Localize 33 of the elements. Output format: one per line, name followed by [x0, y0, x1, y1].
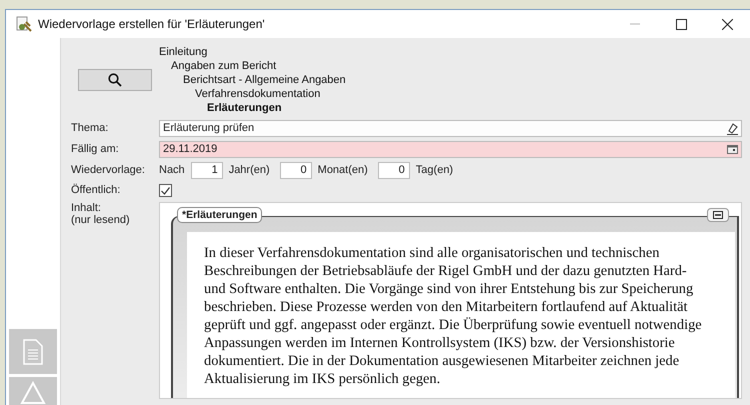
tree-item[interactable]: Erläuterungen — [207, 101, 282, 115]
tree-item[interactable]: Berichtsart - Allgemeine Angaben — [183, 73, 346, 87]
eraser-icon[interactable] — [727, 122, 738, 134]
field-label: Thema: — [71, 121, 110, 136]
app-icon — [16, 16, 32, 32]
collapse-icon — [713, 211, 723, 219]
close-icon — [722, 18, 732, 30]
prefix-label: Nach — [159, 163, 185, 178]
field-sublabel: (nur lesend) — [71, 214, 131, 226]
number-field[interactable]: 0 — [378, 162, 410, 179]
tree-item[interactable]: Angaben zum Bericht — [171, 59, 276, 73]
unit-label: Jahr(en) — [228, 163, 270, 178]
tree-item[interactable]: Einleitung — [159, 45, 208, 59]
field-label: Wiedervorlage: — [71, 163, 146, 178]
search-icon — [108, 73, 122, 87]
group-title: *Erläuterungen — [177, 207, 262, 223]
number-field[interactable]: 1 — [190, 162, 223, 179]
field-label: Fällig am: — [71, 142, 120, 158]
checkbox[interactable] — [159, 184, 172, 197]
field-label: Inhalt: — [71, 202, 102, 214]
maximize-icon — [676, 18, 686, 30]
calendar-icon[interactable] — [727, 145, 738, 154]
unit-label: Tag(en) — [416, 163, 454, 178]
unit-label: Monat(en) — [318, 163, 368, 178]
tree-item[interactable]: Verfahrensdokumentation — [195, 87, 320, 101]
number-field[interactable]: 0 — [280, 162, 312, 179]
window-title: Wiedervorlage erstellen für 'Erläuterungen' — [38, 16, 265, 33]
input-field[interactable]: Erläuterung prüfen — [159, 120, 742, 137]
collapse-button[interactable] — [707, 208, 729, 222]
content-text: In dieser Verfahrensdokumentation sind alle organisatorischen und technischen Beschreibungen der Betriebsabläufe der Rigel GmbH und der dazu genutzten Hard- und Software enthalten. Die Vorgänge sind von ihrer Entstehung bis zur Speicherung beschrieben. Diese Prozesse werden von den Mitarbeitern fortlaufend auf Aktualität geprüft und ggf. angepasst oder ergänzt. Die Überprüfung sowie eventuell notwendige Anpassungen werden im Internen Kontrollsystem (IKS) bzw. der Versionshistorie dokumentiert. Die in der Dokumentation ausgewiesenen Mitarbeiter zeichnen jede Aktualisierung im IKS persönlich gegen. — [204, 244, 703, 388]
search-button[interactable] — [78, 69, 152, 91]
date-field[interactable]: 29.11.2019 — [159, 141, 742, 158]
field-label: Öffentlich: — [71, 182, 122, 198]
